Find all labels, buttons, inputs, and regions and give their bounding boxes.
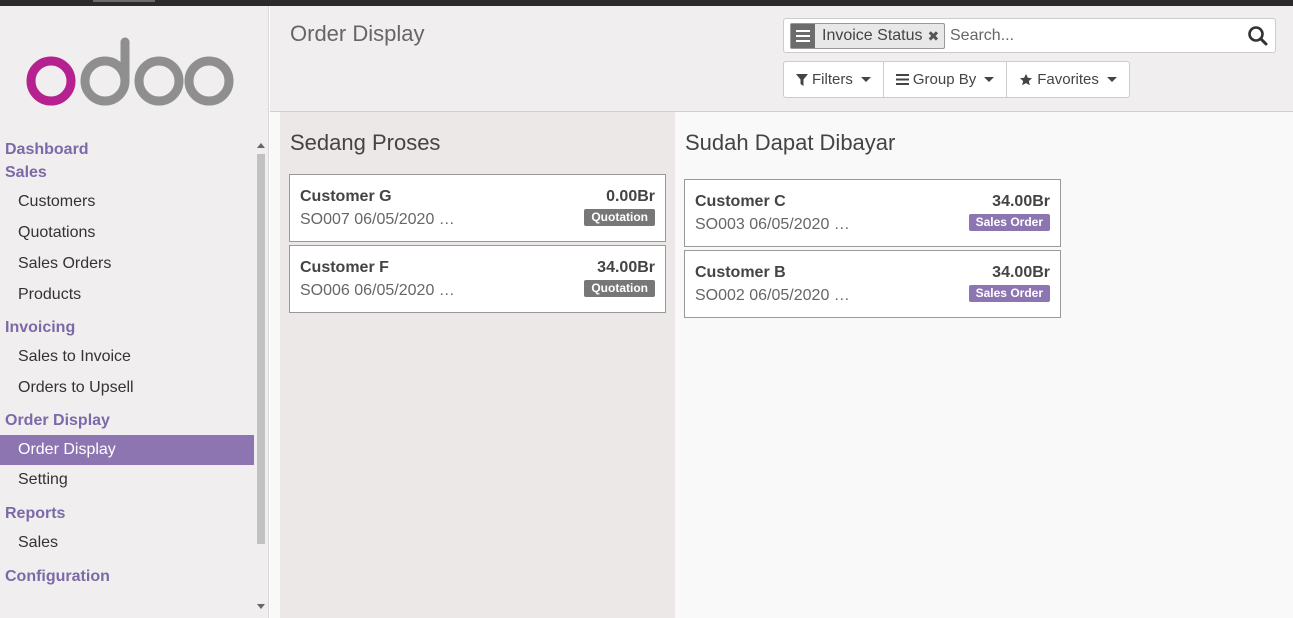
sidebar-item-quotations[interactable]: Quotations: [0, 218, 254, 248]
search-bar[interactable]: Invoice Status ✖: [783, 18, 1276, 53]
group-by-button[interactable]: Group By: [884, 62, 1008, 97]
card-reference: SO003 06/05/2020 …: [695, 216, 850, 233]
sidebar-section-reports[interactable]: Reports: [0, 502, 254, 525]
chevron-down-icon: [1106, 77, 1117, 82]
card-amount: 0.00Br: [606, 188, 655, 205]
search-facet[interactable]: Invoice Status ✖: [790, 23, 946, 49]
sidebar-item-customers[interactable]: Customers: [0, 187, 254, 217]
filters-label: Filters: [812, 71, 853, 88]
kanban-column-sedang-proses: Sedang Proses Customer G 0.00Br SO007 06…: [280, 112, 676, 618]
scroll-up-icon[interactable]: [257, 143, 265, 148]
sidebar-item-sales-to-invoice[interactable]: Sales to Invoice: [0, 342, 254, 372]
sidebar-section-sales[interactable]: Sales: [0, 161, 254, 184]
sidebar-section-order-display[interactable]: Order Display: [0, 409, 254, 432]
kanban-column-title: Sudah Dapat Dibayar: [685, 130, 896, 155]
bars-icon: [895, 74, 909, 85]
sidebar-section-dashboard[interactable]: Dashboard: [0, 138, 254, 161]
page-title: Order Display: [290, 21, 425, 46]
status-badge: Quotation: [584, 280, 655, 297]
sidebar-item-products[interactable]: Products: [0, 280, 254, 310]
sidebar-item-sales-orders[interactable]: Sales Orders: [0, 249, 254, 279]
sidebar: Dashboard Sales Customers Quotations Sal…: [0, 6, 269, 618]
search-options: Filters Group By Favorites: [783, 61, 1130, 98]
sidebar-scrollbar[interactable]: [255, 140, 267, 618]
scroll-down-icon[interactable]: [257, 604, 265, 609]
browser-tab-indicator: [93, 0, 155, 2]
sidebar-item-orders-to-upsell[interactable]: Orders to Upsell: [0, 373, 254, 403]
card-amount: 34.00Br: [597, 259, 655, 276]
search-icon[interactable]: [1247, 25, 1269, 47]
card-reference: SO002 06/05/2020 …: [695, 287, 850, 304]
sidebar-item-reports-sales[interactable]: Sales: [0, 528, 254, 558]
search-input[interactable]: [950, 25, 1240, 47]
sidebar-item-order-display[interactable]: Order Display: [0, 435, 254, 465]
control-panel: Order Display Invoice Status ✖ Filters G…: [270, 6, 1293, 112]
scrollbar-thumb[interactable]: [257, 154, 265, 544]
close-icon[interactable]: ✖: [928, 28, 945, 45]
chevron-down-icon: [860, 77, 871, 82]
odoo-logo[interactable]: [26, 32, 238, 112]
star-icon: [1020, 73, 1033, 85]
filter-icon: [796, 73, 808, 86]
favorites-button[interactable]: Favorites: [1007, 62, 1129, 97]
card-customer: Customer B: [695, 264, 786, 281]
card-customer: Customer G: [300, 188, 392, 205]
kanban-card[interactable]: Customer G 0.00Br SO007 06/05/2020 … Quo…: [289, 174, 666, 242]
sidebar-menu: Dashboard Sales Customers Quotations Sal…: [0, 138, 254, 588]
filters-button[interactable]: Filters: [784, 62, 884, 97]
sidebar-item-setting[interactable]: Setting: [0, 465, 254, 495]
kanban-card[interactable]: Customer B 34.00Br SO002 06/05/2020 … Sa…: [684, 250, 1061, 318]
kanban-board: Sedang Proses Customer G 0.00Br SO007 06…: [270, 112, 1293, 618]
status-badge: Quotation: [584, 209, 655, 226]
favorites-label: Favorites: [1037, 71, 1099, 88]
card-reference: SO006 06/05/2020 …: [300, 282, 455, 299]
kanban-column-sudah-dapat-dibayar: Sudah Dapat Dibayar Customer C 34.00Br S…: [675, 112, 1071, 618]
kanban-card[interactable]: Customer F 34.00Br SO006 06/05/2020 … Qu…: [289, 245, 666, 313]
sidebar-section-configuration[interactable]: Configuration: [0, 565, 254, 588]
search-facet-label: Invoice Status: [822, 27, 923, 44]
group-by-label: Group By: [912, 71, 977, 88]
kanban-card[interactable]: Customer C 34.00Br SO003 06/05/2020 … Sa…: [684, 179, 1061, 247]
card-reference: SO007 06/05/2020 …: [300, 211, 455, 228]
chevron-down-icon: [984, 77, 995, 82]
status-badge: Sales Order: [968, 214, 1050, 231]
sidebar-section-invoicing[interactable]: Invoicing: [0, 316, 254, 339]
kanban-column-title: Sedang Proses: [290, 130, 441, 155]
card-amount: 34.00Br: [992, 264, 1050, 281]
card-customer: Customer F: [300, 259, 389, 276]
card-amount: 34.00Br: [992, 193, 1050, 210]
status-badge: Sales Order: [968, 285, 1050, 302]
card-customer: Customer C: [695, 193, 786, 210]
group-by-list-icon: [791, 24, 815, 48]
